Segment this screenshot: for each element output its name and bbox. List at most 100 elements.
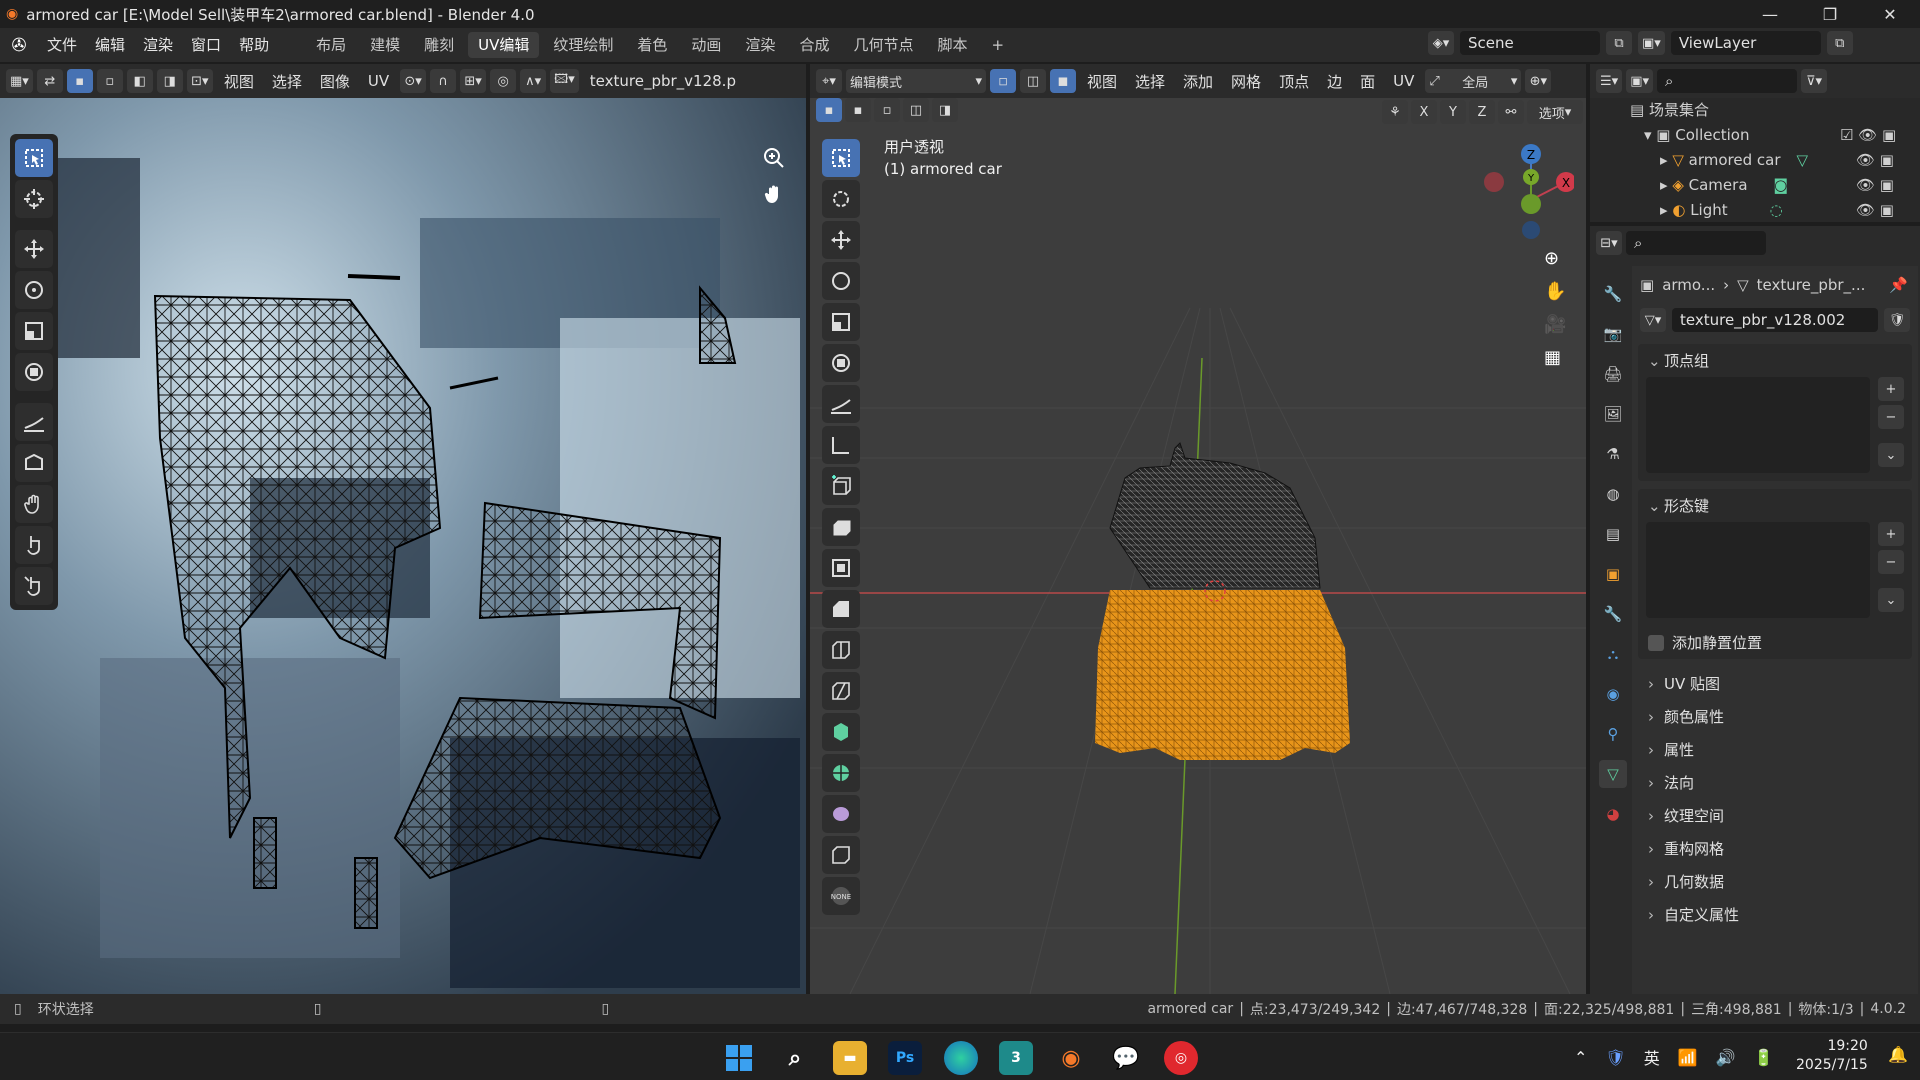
add-shape-key-button[interactable]: + xyxy=(1878,522,1904,546)
rotate-tool-icon[interactable] xyxy=(15,271,53,309)
outliner-type-icon[interactable]: ☰▾ xyxy=(1596,69,1623,93)
select-box-tool-icon[interactable] xyxy=(15,139,53,177)
new-scene-button[interactable]: ⧉ xyxy=(1606,31,1632,55)
pinch-tool-icon[interactable] xyxy=(15,567,53,605)
sync-selection-icon[interactable]: ⇄ xyxy=(36,69,63,93)
vp-menu-face[interactable]: 面 xyxy=(1353,71,1382,92)
vp-select-box-tool-icon[interactable] xyxy=(822,139,860,177)
output-tab-icon[interactable]: 🖨 xyxy=(1599,360,1627,388)
menu-file[interactable]: 文件 xyxy=(38,28,86,62)
mesh-name-field[interactable]: texture_pbr_v128.002 xyxy=(1672,308,1878,332)
outliner-item-armored-car[interactable]: ▸ ▽ armored car ▽ 👁 ▣ xyxy=(1630,148,1920,173)
image-name-field[interactable]: texture_pbr_v128.p xyxy=(583,72,743,90)
navigation-gizmo[interactable]: Z Y X xyxy=(1474,140,1574,244)
physics-tab-icon[interactable]: ◉ xyxy=(1599,680,1627,708)
mirror-y-toggle[interactable]: Y xyxy=(1440,100,1466,124)
tab-compositing[interactable]: 合成 xyxy=(789,32,839,58)
battery-icon[interactable]: 🔋 xyxy=(1754,1048,1774,1067)
search-taskbar-icon[interactable]: ⌕ xyxy=(778,1041,812,1075)
edge-browser-icon[interactable] xyxy=(944,1041,978,1075)
section-uv-maps[interactable]: › UV 贴图 xyxy=(1638,667,1912,700)
pin-icon[interactable]: 📌 xyxy=(1889,276,1908,294)
outliner-search-input[interactable]: ⌕ xyxy=(1657,69,1797,93)
vp-edge-slide-tool-icon[interactable] xyxy=(822,836,860,874)
vertex-group-list[interactable] xyxy=(1646,377,1870,473)
section-normals[interactable]: › 法向 xyxy=(1638,766,1912,799)
editor-type-icon[interactable]: ▦▾ xyxy=(6,69,33,93)
options-dropdown[interactable]: 选项 ▾ xyxy=(1527,100,1583,124)
vp-transform-tool-icon[interactable] xyxy=(822,344,860,382)
cursor-tool-icon[interactable] xyxy=(15,180,53,218)
material-tab-icon[interactable]: ◕ xyxy=(1599,800,1627,828)
tab-rendering[interactable]: 渲染 xyxy=(735,32,785,58)
vp-select-extend-icon[interactable]: ▪ xyxy=(845,98,871,122)
vp-select-invert-icon[interactable]: ◫ xyxy=(903,98,929,122)
menu-edit[interactable]: 编辑 xyxy=(86,28,134,62)
outliner-item-camera[interactable]: ▸ ◈ Camera ◙ 👁 ▣ xyxy=(1630,173,1920,198)
edge-mode-icon[interactable]: ◫ xyxy=(1020,69,1046,93)
display-mode-icon[interactable]: ▣▾ xyxy=(1626,69,1653,93)
tool-tab-icon[interactable]: 🔧 xyxy=(1599,280,1627,308)
tab-shading[interactable]: 着色 xyxy=(627,32,677,58)
section-remesh[interactable]: › 重构网格 xyxy=(1638,832,1912,865)
vp-smooth-tool-icon[interactable] xyxy=(822,795,860,833)
pivot-point-icon[interactable]: ⊕▾ xyxy=(1525,69,1552,93)
clock[interactable]: 19:20 2025/7/15 xyxy=(1796,1037,1868,1075)
vp-rotate-tool-icon[interactable] xyxy=(822,262,860,300)
vp-loop-cut-tool-icon[interactable] xyxy=(822,631,860,669)
shape-keys-header[interactable]: ⌄ 形态键 xyxy=(1638,489,1912,522)
scene-tab-icon[interactable]: ⚗ xyxy=(1599,440,1627,468)
security-shield-icon[interactable]: 🛡 xyxy=(1605,1048,1625,1067)
vertex-mode-icon[interactable]: ◽ xyxy=(990,69,1016,93)
ime-indicator[interactable]: 英 xyxy=(1644,1045,1660,1069)
face-mode-icon[interactable]: ◼ xyxy=(1050,69,1076,93)
tab-modeling[interactable]: 建模 xyxy=(360,32,410,58)
transform-orientation-dropdown[interactable]: ⤢ 全局 ▾ xyxy=(1425,69,1522,93)
outliner-scene-collection[interactable]: ▤ 场景集合 xyxy=(1630,98,1920,123)
scale-tool-icon[interactable] xyxy=(15,312,53,350)
filter-icon[interactable]: ⊽▾ xyxy=(1801,69,1827,93)
tray-overflow-icon[interactable]: ⌃ xyxy=(1574,1048,1587,1067)
outliner-collection[interactable]: ▾ ▣ Collection ☑ 👁 ▣ xyxy=(1630,123,1920,148)
object-tab-icon[interactable]: ▣ xyxy=(1599,560,1627,588)
vp-zoom-icon[interactable]: ⊕ xyxy=(1544,248,1566,269)
vp-pan-icon[interactable]: ✋ xyxy=(1544,281,1566,302)
vertex-group-menu-button[interactable]: ⌄ xyxy=(1878,443,1904,467)
scene-selector-icon[interactable]: ◈▾ xyxy=(1428,31,1454,55)
tab-texture-paint[interactable]: 纹理绘制 xyxy=(543,32,623,58)
vp-extrude-tool-icon[interactable] xyxy=(822,508,860,546)
vp-bevel-tool-icon[interactable] xyxy=(822,590,860,628)
vertex-groups-header[interactable]: ⌄ 顶点组 xyxy=(1638,344,1912,377)
rip-tool-icon[interactable] xyxy=(15,444,53,482)
vertex-select-icon[interactable]: ▪ xyxy=(66,69,93,93)
add-workspace-button[interactable]: + xyxy=(981,32,1014,58)
vp-knife-tool-icon[interactable] xyxy=(822,672,860,710)
snap-target-icon[interactable]: ⊞▾ xyxy=(460,69,487,93)
view-layer-tab-icon[interactable]: 🖼 xyxy=(1599,400,1627,428)
pivot-icon[interactable]: ⊙▾ xyxy=(400,69,427,93)
vp-cursor-tool-icon[interactable] xyxy=(822,180,860,218)
collection-tab-icon[interactable]: ▤ xyxy=(1599,520,1627,548)
data-tab-icon[interactable]: ▽ xyxy=(1599,760,1627,788)
uv-menu-select[interactable]: 选择 xyxy=(265,71,309,92)
particles-tab-icon[interactable]: ⛬ xyxy=(1599,640,1627,668)
wifi-icon[interactable]: 📶 xyxy=(1678,1048,1698,1067)
vp-inset-tool-icon[interactable] xyxy=(822,549,860,587)
uv-menu-view[interactable]: 视图 xyxy=(217,71,261,92)
vp-menu-select[interactable]: 选择 xyxy=(1128,71,1172,92)
vp-menu-mesh[interactable]: 网格 xyxy=(1224,71,1268,92)
outliner-item-light[interactable]: ▸ ◐ Light ◌ 👁 ▣ xyxy=(1630,198,1920,223)
vp-annotate-tool-icon[interactable] xyxy=(822,385,860,423)
viewport-editor-type-icon[interactable]: ⌖▾ xyxy=(816,69,842,93)
vp-add-cube-tool-icon[interactable] xyxy=(822,467,860,505)
rest-position-checkbox[interactable]: 添加静置位置 xyxy=(1638,626,1912,659)
new-view-layer-button[interactable]: ⧉ xyxy=(1826,31,1853,55)
mode-dropdown[interactable]: 编辑模式 ▾ xyxy=(846,69,986,93)
section-texture-space[interactable]: › 纹理空间 xyxy=(1638,799,1912,832)
blender-menu-icon[interactable]: ✇ xyxy=(0,35,38,56)
relax-tool-icon[interactable] xyxy=(15,526,53,564)
snap-icon[interactable]: ∩ xyxy=(430,69,457,93)
vp-select-subtract-icon[interactable]: ▫ xyxy=(874,98,900,122)
section-custom-properties[interactable]: › 自定义属性 xyxy=(1638,898,1912,931)
tab-layout[interactable]: 布局 xyxy=(306,32,356,58)
